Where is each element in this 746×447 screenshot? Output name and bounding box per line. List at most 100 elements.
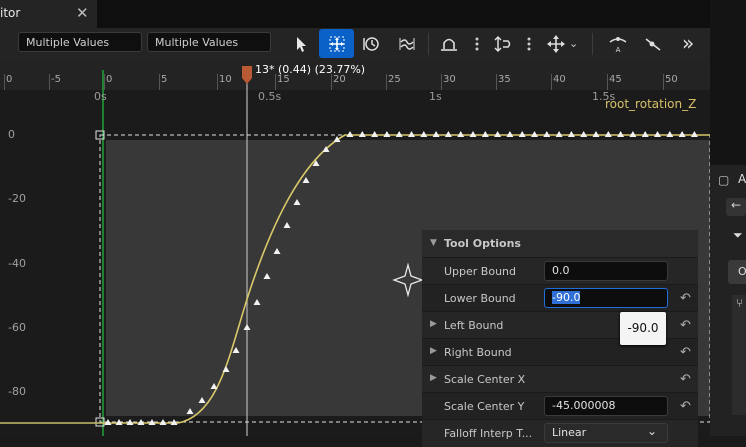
reset-icon[interactable]: ↶ <box>680 291 691 306</box>
back-arrow-icon[interactable]: ← <box>726 198 746 216</box>
reset-icon[interactable]: ↶ <box>680 318 691 333</box>
key-marker <box>641 131 649 137</box>
time-label: 1.5s <box>592 90 616 103</box>
key-marker <box>232 347 240 353</box>
panel-tab-ot[interactable]: Ot <box>728 260 746 284</box>
smooth-curves-icon[interactable] <box>394 31 420 57</box>
key-value-field[interactable]: Multiple Values <box>147 32 271 52</box>
tool-option-label: Upper Bound <box>444 265 517 278</box>
key-marker <box>198 397 206 403</box>
key-time-field[interactable]: Multiple Values <box>18 32 142 52</box>
key-marker <box>358 131 366 137</box>
key-marker <box>494 131 502 137</box>
key-marker <box>420 131 428 137</box>
toolbar-separator <box>428 33 429 55</box>
tool-option-label: Scale Center Y <box>444 400 525 413</box>
expand-arrow-icon[interactable]: ▶ <box>430 319 437 329</box>
tool-option-input[interactable]: Linear ⌄ <box>544 423 668 443</box>
tension-icon[interactable] <box>640 31 666 57</box>
key-marker <box>186 408 194 414</box>
toolbar-separator-2 <box>592 33 593 55</box>
key-marker <box>580 131 588 137</box>
key-marker <box>346 131 354 137</box>
y-axis-label: 0 <box>8 128 15 141</box>
key-marker <box>654 131 661 137</box>
key-marker <box>690 131 698 137</box>
tool-option-label: Scale Center X <box>444 373 526 386</box>
tab-bar <box>0 0 746 28</box>
key-marker <box>567 131 575 137</box>
options-kebab-icon-2[interactable] <box>526 36 532 52</box>
expand-arrow-icon[interactable]: ▶ <box>430 346 437 356</box>
key-marker <box>666 131 674 137</box>
close-icon[interactable]: ✕ <box>76 4 89 22</box>
value-tooltip: -90.0 <box>620 312 666 345</box>
svg-text:A: A <box>616 46 621 54</box>
pivot-icon <box>392 262 424 298</box>
time-label: 1s <box>429 90 442 103</box>
key-marker <box>253 299 261 305</box>
key-marker <box>481 131 489 137</box>
tool-option-label: Lower Bound <box>444 292 516 305</box>
editor-tab[interactable]: itor ✕ <box>0 0 97 28</box>
key-marker <box>222 366 230 372</box>
key-marker <box>273 248 281 254</box>
expand-arrow-icon[interactable]: ▶ <box>430 373 437 383</box>
key-marker <box>371 131 379 137</box>
key-reduce-icon[interactable]: A <box>605 31 631 57</box>
straighten-tangent-icon[interactable] <box>490 31 516 57</box>
key-marker <box>469 131 477 137</box>
y-axis-label: -40 <box>8 257 26 270</box>
options-kebab-icon[interactable] <box>474 36 480 52</box>
key-marker <box>293 199 301 205</box>
key-marker <box>302 177 310 183</box>
reset-icon[interactable]: ↶ <box>680 372 691 387</box>
key-marker <box>592 131 600 137</box>
move-keys-icon[interactable] <box>543 31 569 57</box>
tab-title: itor <box>0 6 21 20</box>
flatten-tangent-icon[interactable] <box>436 31 462 57</box>
tool-option-row: ▶ Scale Center X ↶ <box>422 365 698 393</box>
details-panel-edge: ▢ A ← ⏷ Ot ⑂ <box>710 0 746 436</box>
key-marker <box>243 324 251 330</box>
branch-icon: ⑂ <box>736 296 744 310</box>
select-arrow-icon[interactable] <box>288 31 314 57</box>
collapse-arrow-icon[interactable]: ▼ <box>430 238 437 248</box>
tool-option-input[interactable]: -45.000008 <box>544 396 668 416</box>
key-marker <box>210 383 218 389</box>
key-marker <box>617 131 625 137</box>
transform-move-icon[interactable] <box>319 29 354 58</box>
key-marker <box>678 131 686 137</box>
key-marker <box>457 131 465 137</box>
folder-icon[interactable]: ▢ <box>718 173 729 187</box>
tool-option-input[interactable]: 0.0 <box>544 261 668 281</box>
tool-option-label: Left Bound <box>444 319 504 332</box>
panel-top <box>710 0 746 165</box>
key-marker <box>395 131 403 137</box>
playhead-handle <box>242 66 252 84</box>
tool-option-row: Upper Bound 0.0 <box>422 257 698 285</box>
more-chevron-icon[interactable]: » <box>682 31 694 55</box>
chevron-down-icon[interactable]: ⌄ <box>569 37 578 50</box>
key-marker <box>432 131 440 137</box>
tool-option-row: Lower Bound -90.0 ↶ <box>422 284 698 312</box>
key-marker <box>506 131 514 137</box>
tool-options-header[interactable]: ▼ Tool Options <box>422 230 698 257</box>
key-marker <box>283 222 291 228</box>
key-marker <box>518 131 526 137</box>
tool-option-row: Falloff Interp T... Linear ⌄ <box>422 419 698 447</box>
tool-options-title: Tool Options <box>444 237 521 250</box>
filter-icon[interactable]: ⏷ <box>733 228 743 243</box>
y-axis-label: -20 <box>8 192 26 205</box>
tool-option-row: Scale Center Y -45.000008 ↶ <box>422 392 698 420</box>
reset-icon[interactable]: ↶ <box>680 399 691 414</box>
reset-icon[interactable]: ↶ <box>680 345 691 360</box>
y-axis-label: -60 <box>8 321 26 334</box>
key-marker <box>159 419 167 425</box>
tool-option-input[interactable]: -90.0 <box>544 288 668 308</box>
key-marker <box>543 131 551 137</box>
key-marker <box>263 273 271 279</box>
retime-icon[interactable] <box>358 31 384 57</box>
tool-option-label: Right Bound <box>444 346 512 359</box>
key-marker <box>555 131 563 137</box>
